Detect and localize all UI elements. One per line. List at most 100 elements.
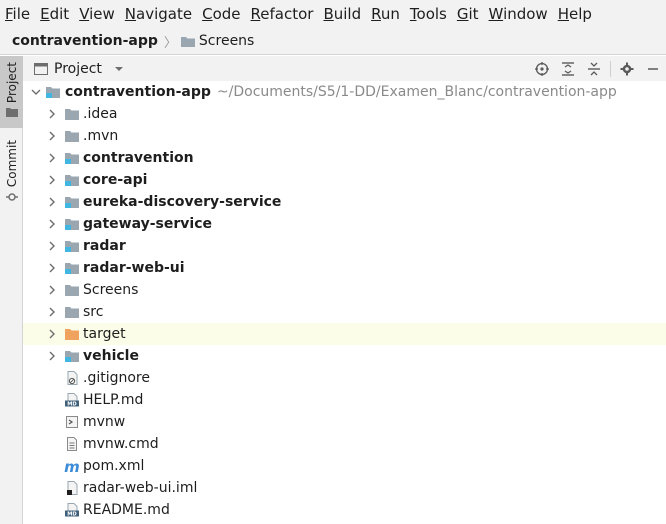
tree-item[interactable]: contravention [23, 147, 666, 169]
tree-item[interactable]: m pom.xml [23, 455, 666, 477]
tree-item[interactable]: radar-web-ui [23, 257, 666, 279]
tree-root-row[interactable]: contravention-app ~/Documents/S5/1-DD/Exa… [23, 81, 666, 103]
chevron-right-icon[interactable] [47, 285, 57, 295]
menu-mnemonic: R [371, 5, 381, 23]
folder-icon [5, 108, 18, 118]
menu-mnemonic: V [79, 5, 90, 23]
module-folder-icon [65, 263, 79, 274]
menu-file[interactable]: File [5, 5, 30, 23]
menu-edit[interactable]: Edit [40, 5, 69, 23]
menu-label: uild [333, 5, 362, 23]
select-opened-file-button[interactable] [529, 56, 555, 81]
tree-item-label: pom.xml [83, 458, 145, 474]
tree-item[interactable]: radar-web-ui.iml [23, 477, 666, 499]
tree-item[interactable]: mvnw.cmd [23, 433, 666, 455]
module-folder-icon [65, 351, 79, 362]
menu-label: indow [503, 5, 548, 23]
chevron-right-icon[interactable] [47, 153, 57, 163]
breadcrumb-project[interactable]: contravention-app [12, 33, 158, 49]
chevron-right-icon[interactable] [47, 131, 57, 141]
chevron-right-icon[interactable] [47, 329, 57, 339]
tree-item-label: target [83, 326, 126, 342]
chevron-right-icon[interactable] [47, 197, 57, 207]
tree-item[interactable]: vehicle [23, 345, 666, 367]
folder-icon [180, 36, 195, 47]
menu-mnemonic: C [202, 5, 213, 23]
menu-git[interactable]: Git [457, 5, 479, 23]
tree-item-label: .mvn [83, 128, 119, 144]
chevron-right-icon[interactable] [47, 307, 57, 317]
tree-item-label: .idea [83, 106, 118, 122]
menu-label: iew [89, 5, 115, 23]
tree-item[interactable]: target [23, 323, 666, 345]
tree-item-label: Screens [83, 282, 139, 298]
chevron-right-icon[interactable] [47, 219, 57, 229]
menu-tools[interactable]: Tools [410, 5, 447, 23]
iml-file-icon [67, 481, 78, 495]
chevron-right-icon[interactable] [47, 351, 57, 361]
project-tool-tab[interactable]: Project [0, 56, 23, 128]
commit-tool-tab[interactable]: Commit [0, 136, 23, 206]
tree-item[interactable]: mvnw [23, 411, 666, 433]
menu-window[interactable]: Window [489, 5, 548, 23]
breadcrumb-separator: 〉 [163, 35, 177, 51]
tree-item-label: README.md [83, 502, 170, 518]
expand-all-button[interactable] [555, 56, 581, 81]
chevron-right-icon[interactable] [47, 263, 57, 273]
menu-label: un [380, 5, 400, 23]
collapse-all-button[interactable] [581, 56, 607, 81]
menu-mnemonic: W [488, 5, 504, 23]
commit-icon [5, 193, 18, 201]
menu-navigate[interactable]: Navigate [125, 5, 192, 23]
tree-item[interactable]: Screens [23, 279, 666, 301]
menu-mnemonic: F [5, 5, 13, 23]
tree-item[interactable]: MD HELP.md [23, 389, 666, 411]
menu-refactor[interactable]: Refactor [251, 5, 314, 23]
chevron-right-icon[interactable] [47, 109, 57, 119]
module-folder-icon [65, 197, 79, 208]
markdown-file-icon: MD [65, 393, 79, 407]
toolbar-divider [610, 60, 611, 77]
project-path: ~/Documents/S5/1-DD/Examen_Blanc/contrav… [216, 84, 617, 100]
tree-item[interactable]: gateway-service [23, 213, 666, 235]
text-file-icon [67, 437, 77, 451]
left-tool-stripe: Project Commit [0, 56, 23, 524]
menu-view[interactable]: View [79, 5, 115, 23]
menu-run[interactable]: Run [371, 5, 400, 23]
settings-button[interactable] [614, 56, 640, 81]
tree-item[interactable]: eureka-discovery-service [23, 191, 666, 213]
shell-file-icon [66, 416, 78, 428]
tree-item-label: src [83, 304, 104, 320]
menu-help[interactable]: Help [558, 5, 592, 23]
menu-label: ile [12, 5, 31, 23]
chevron-down-icon[interactable] [31, 87, 41, 97]
tree-item-label: radar [83, 238, 126, 254]
chevron-right-icon[interactable] [47, 175, 57, 185]
menu-code[interactable]: Code [202, 5, 240, 23]
view-selector[interactable]: Project [34, 61, 124, 77]
menu-mnemonic: B [323, 5, 334, 23]
tree-item[interactable]: core-api [23, 169, 666, 191]
tree-item[interactable]: MD README.md [23, 499, 666, 521]
project-tree[interactable]: contravention-app ~/Documents/S5/1-DD/Exa… [23, 81, 666, 524]
excluded-folder-icon [65, 329, 79, 340]
menu-build[interactable]: Build [323, 5, 361, 23]
chevron-right-icon[interactable] [47, 241, 57, 251]
chevron-down-icon[interactable] [114, 66, 124, 72]
menu-mnemonic: G [456, 5, 469, 23]
tree-item[interactable]: .gitignore [23, 367, 666, 389]
project-name: contravention-app [65, 84, 211, 100]
tree-item-label: mvnw.cmd [83, 436, 159, 452]
folder-icon [65, 307, 79, 318]
menu-label: avigate [136, 5, 193, 23]
breadcrumb-current[interactable]: Screens [199, 33, 254, 49]
tree-item[interactable]: .mvn [23, 125, 666, 147]
hide-tool-window-button[interactable] [640, 56, 666, 81]
tree-item[interactable]: src [23, 301, 666, 323]
menu-label: elp [569, 5, 592, 23]
tree-item[interactable]: .idea [23, 103, 666, 125]
menu-bar: File Edit View Navigate Code Refactor Build Run… [0, 0, 666, 28]
menu-label: dit [49, 5, 70, 23]
tree-item-label: HELP.md [83, 392, 144, 408]
tree-item[interactable]: radar [23, 235, 666, 257]
